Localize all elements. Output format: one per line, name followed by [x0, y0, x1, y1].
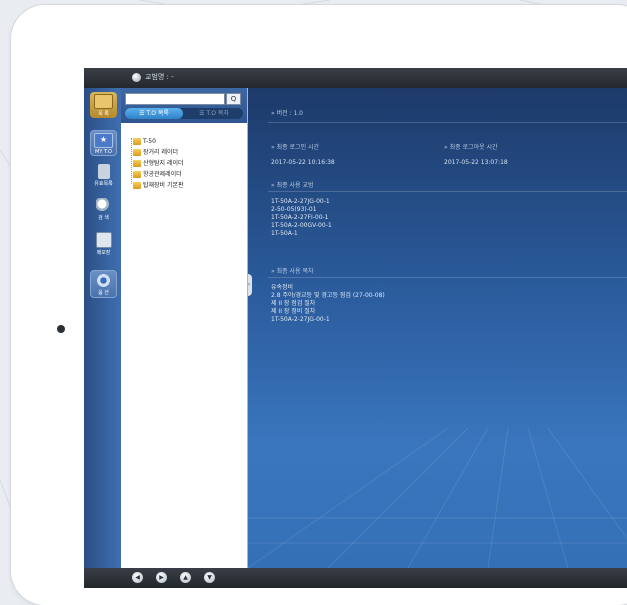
- last-login-value: 2017-05-22 10:16:38: [271, 159, 335, 166]
- list-item[interactable]: 1T-50A-2-00GV-00-1: [271, 222, 332, 230]
- app-screen: 교범명 : - 목 록 ★ MY T.O 유효목록 검 색 메모장 옵 션 Q …: [84, 68, 627, 588]
- divider: [268, 122, 627, 123]
- tree-panel: Q ☰ T.O 목록 ☰ T.O 목차 T-50 장거리 레이더 산형탐지 레이…: [121, 88, 248, 568]
- recent-toc-list: 유속정비 2.8 주야/경교등 및 경고등 점검 (27-00-08) 제 II…: [271, 284, 385, 324]
- nav-item-valid-list[interactable]: 유효목록: [90, 162, 117, 188]
- title-bar: 교범명 : -: [84, 68, 627, 89]
- recent-manual-list: 1T-50A-2-27JG-00-1 2-50-05(93)-01 1T-50A…: [271, 198, 332, 238]
- tree-item[interactable]: 산형탐지 레이더: [133, 158, 184, 169]
- list-item[interactable]: 제 II 장 점검 절차: [271, 300, 385, 308]
- recent-manual-label: » 최종 사용 교범: [271, 182, 314, 189]
- memo-icon: [95, 232, 112, 248]
- nav-item-options[interactable]: 옵 션: [90, 270, 117, 298]
- main-info-panel: ‹ » 버전 : 1.0 » 최종 로그인 시간 » 최종 로그아웃 시간 20…: [248, 88, 627, 568]
- last-logout-value: 2017-05-22 13:07:18: [444, 159, 508, 166]
- list-item[interactable]: 제 II 장 정비 절차: [271, 308, 385, 316]
- list-item[interactable]: 1T-50A-2-27JG-00-1: [271, 198, 332, 206]
- search-input[interactable]: [125, 93, 225, 105]
- last-login-label: » 최종 로그인 시간: [271, 144, 320, 151]
- document-icon: [97, 164, 110, 179]
- nav-item-list[interactable]: 목 록: [90, 92, 117, 118]
- divider: [268, 191, 627, 192]
- divider: [268, 277, 627, 278]
- list-item[interactable]: 1T-50A-1: [271, 230, 332, 238]
- gear-icon: [96, 273, 111, 288]
- folder-icon: [133, 138, 141, 145]
- folder-icon: [133, 171, 141, 178]
- list-item[interactable]: 1T-50A-2-27JG-00-1: [271, 316, 385, 324]
- down-button[interactable]: ▼: [204, 572, 215, 583]
- prev-button[interactable]: ◀: [132, 572, 143, 583]
- bottom-control-bar: ◀ ▶ ▲ ▼: [84, 568, 627, 588]
- arrow-up-icon: ▲: [183, 574, 188, 581]
- tree-item[interactable]: T-50: [133, 136, 184, 147]
- background-grid: [248, 427, 627, 568]
- list-item[interactable]: 2.8 주야/경교등 및 경고등 점검 (27-00-08): [271, 292, 385, 300]
- folder-icon: [133, 182, 141, 189]
- tree-item[interactable]: 탑재장비 기본판: [133, 180, 184, 191]
- search-button[interactable]: Q: [226, 93, 241, 105]
- collapse-handle[interactable]: ‹: [248, 274, 252, 296]
- list-item[interactable]: 2-50-05(93)-01: [271, 206, 332, 214]
- up-button[interactable]: ▲: [180, 572, 191, 583]
- list-item[interactable]: 유속정비: [271, 284, 385, 292]
- search-icon: Q: [230, 95, 237, 103]
- manual-tree: T-50 장거리 레이더 산형탐지 레이더 항공관제레이더 탑재장비 기본판: [133, 136, 184, 191]
- arrow-down-icon: ▼: [207, 574, 212, 581]
- arrow-left-icon: ◀: [135, 574, 140, 581]
- folder-icon: [94, 94, 113, 109]
- nav-item-my-to[interactable]: ★ MY T.O: [90, 130, 117, 156]
- tree-item[interactable]: 항공관제레이더: [133, 169, 184, 180]
- app-logo-icon: [132, 73, 141, 82]
- tab-to-contents[interactable]: ☰ T.O 목차: [185, 108, 243, 119]
- chevron-left-icon: ‹: [248, 281, 251, 288]
- tree-tabs: ☰ T.O 목록 ☰ T.O 목차: [125, 108, 243, 119]
- left-nav: 목 록 ★ MY T.O 유효목록 검 색 메모장 옵 션: [84, 88, 121, 568]
- recent-toc-label: » 최종 사용 목차: [271, 268, 314, 275]
- nav-item-search[interactable]: 검 색: [90, 196, 117, 222]
- folder-icon: [133, 160, 141, 167]
- last-logout-label: » 최종 로그아웃 시간: [444, 144, 498, 151]
- tab-to-list[interactable]: ☰ T.O 목록: [125, 108, 183, 119]
- star-icon: ★: [94, 133, 113, 148]
- camera-dot: [57, 325, 65, 333]
- folder-icon: [133, 149, 141, 156]
- magnifier-icon: [96, 198, 111, 213]
- next-button[interactable]: ▶: [156, 572, 167, 583]
- tree-panel-header: Q ☰ T.O 목록 ☰ T.O 목차: [121, 88, 247, 123]
- version-text: » 버전 : 1.0: [271, 110, 303, 117]
- arrow-right-icon: ▶: [159, 574, 164, 581]
- list-item[interactable]: 1T-50A-2-27FI-00-1: [271, 214, 332, 222]
- manual-title: 교범명 : -: [145, 73, 174, 81]
- tree-item[interactable]: 장거리 레이더: [133, 147, 184, 158]
- nav-item-memo[interactable]: 메모장: [90, 230, 117, 256]
